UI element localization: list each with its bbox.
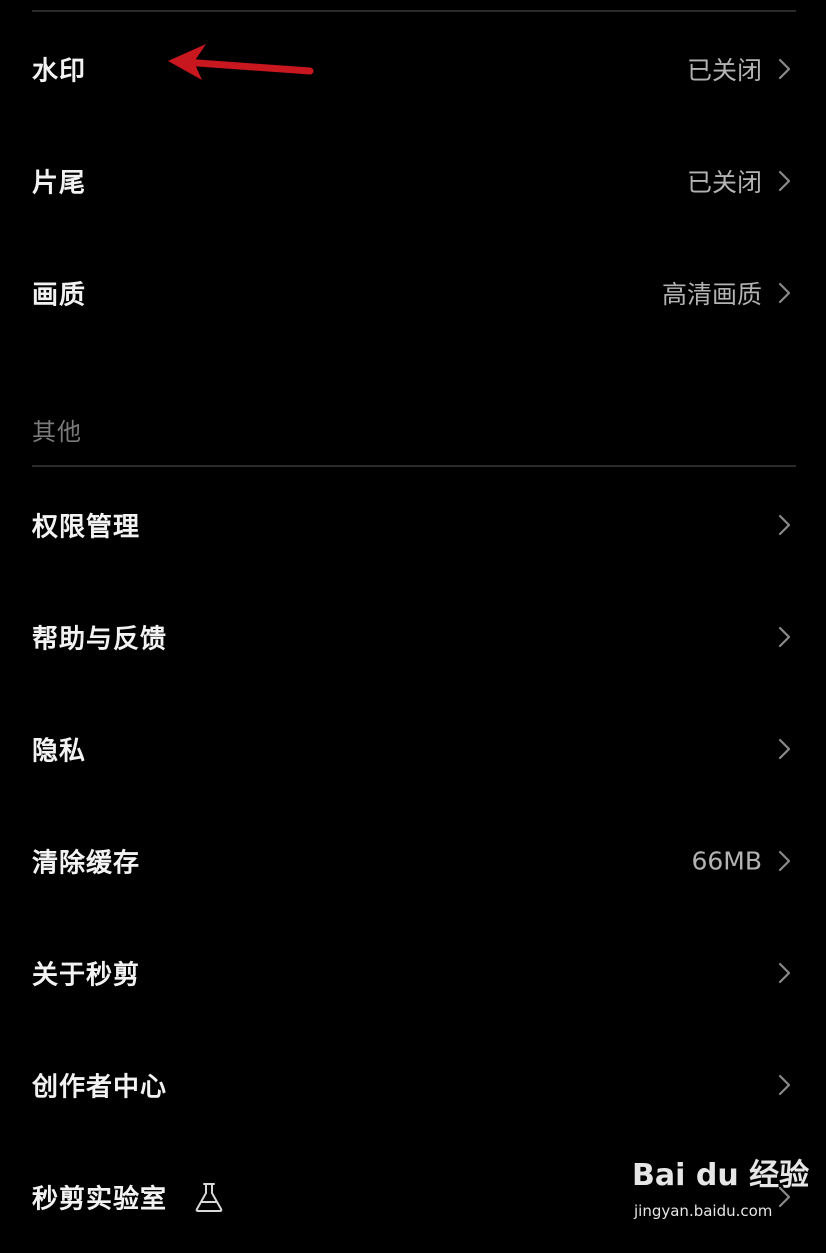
flask-icon [195, 1183, 223, 1212]
section-divider [32, 465, 796, 467]
settings-row-permissions[interactable]: 权限管理 [0, 469, 826, 581]
watermark-brand: Bai du 经验 [632, 1158, 810, 1193]
settings-row-creator-center[interactable]: 创作者中心 [0, 1029, 826, 1141]
chevron-right-icon [778, 738, 791, 760]
chevron-right-icon [778, 282, 791, 304]
top-divider [32, 10, 796, 12]
chevron-right-icon [778, 514, 791, 536]
section-header-other: 其他 [32, 418, 82, 446]
settings-row-clear-cache[interactable]: 清除缓存 66MB [0, 805, 826, 917]
row-label: 秒剪实验室 [32, 1184, 168, 1215]
chevron-right-icon [778, 1074, 791, 1096]
cache-size-value: 66MB [691, 846, 762, 876]
chevron-right-icon [778, 58, 791, 80]
row-label: 水印 [32, 56, 87, 87]
row-label: 画质 [32, 280, 87, 311]
chevron-right-icon [778, 170, 791, 192]
watermark-url: jingyan.baidu.com [634, 1202, 773, 1220]
row-label: 创作者中心 [32, 1072, 168, 1103]
row-label: 清除缓存 [32, 848, 141, 879]
chevron-right-icon [778, 850, 791, 872]
chevron-right-icon [778, 626, 791, 648]
settings-row-watermark[interactable]: 水印 已关闭 [0, 13, 826, 125]
row-value: 已关闭 [686, 168, 762, 197]
row-label: 权限管理 [32, 512, 141, 543]
row-label: 帮助与反馈 [32, 624, 168, 655]
settings-row-ending[interactable]: 片尾 已关闭 [0, 125, 826, 237]
row-value: 高清画质 [661, 280, 762, 309]
row-label: 关于秒剪 [32, 960, 141, 991]
row-label: 隐私 [32, 736, 87, 767]
row-label: 片尾 [32, 168, 87, 199]
settings-row-help-feedback[interactable]: 帮助与反馈 [0, 581, 826, 693]
baidu-jingyan-watermark: Bai du 经验 jingyan.baidu.com [632, 1150, 809, 1226]
settings-row-about[interactable]: 关于秒剪 [0, 917, 826, 1029]
settings-row-privacy[interactable]: 隐私 [0, 693, 826, 805]
red-arrow-annotation [168, 44, 314, 80]
row-value: 已关闭 [686, 56, 762, 85]
chevron-right-icon [778, 962, 791, 984]
settings-row-quality[interactable]: 画质 高清画质 [0, 237, 826, 349]
